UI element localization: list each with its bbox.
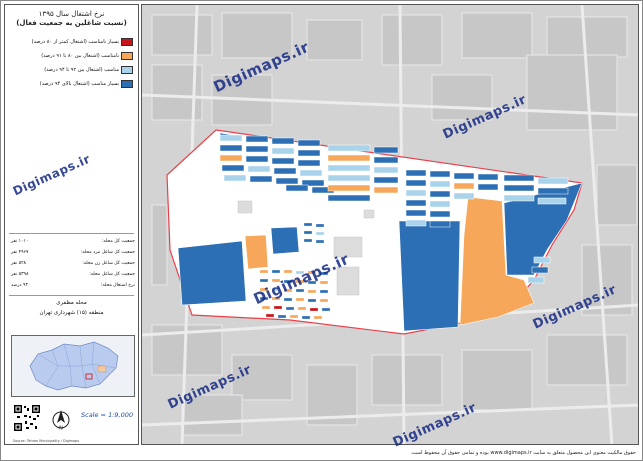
map-block — [244, 234, 269, 270]
map-block — [177, 240, 247, 306]
legend-item-very-poor: بسیار نامناسب (اشتغال کمتر از ۸۰ درصد) — [11, 37, 135, 48]
stat-label: جمعیت کل شاغل محله: — [89, 272, 135, 277]
divider — [9, 295, 134, 296]
stat-row: نرخ اشتغال محله: ۹۳ درصد — [11, 281, 135, 291]
legend-label-very-good: بسیار مناسب (اشتغال بالای ۹۴ درصد) — [39, 81, 119, 87]
stat-label: جمعیت کل شاغل زن محله: — [82, 261, 135, 266]
legend-item-poor: نامناسب (اشتغال بین ۸۰ تا ۹۱ درصد) — [11, 51, 135, 62]
legend-item-good: مناسب (اشتغال بین ۹۲ تا ۹۴ درصد) — [11, 65, 135, 76]
legend-swatch-very-good — [121, 80, 133, 88]
stat-row: جمعیت کل محله: ۱۰۱۰ نفر — [11, 237, 135, 247]
stat-row: جمعیت کل شاغل زن محله: ۵۲۸ نفر — [11, 259, 135, 269]
map-title: نرخ اشتغال سال ۱۳۹۵ (نسبت شاغلین به جمعی… — [9, 10, 134, 28]
svg-text:N: N — [59, 426, 63, 432]
map-block — [398, 220, 461, 332]
map-title-line2: (نسبت شاغلین به جمعیت فعال) — [16, 19, 127, 27]
stat-value: ۵۳۹۸ نفر — [11, 272, 29, 277]
source-credit: Source: Tehran Municipality / Digimaps — [13, 439, 79, 443]
map-title-line1: نرخ اشتغال سال ۱۳۹۵ — [38, 10, 105, 18]
locator-inset-map — [11, 335, 135, 397]
north-arrow-graphic: N — [52, 410, 70, 432]
stat-row: جمعیت کل شاغل مرد محله: ۴۹۶۷ نفر — [11, 248, 135, 258]
legend-panel: نرخ اشتغال سال ۱۳۹۵ (نسبت شاغلین به جمعی… — [4, 4, 139, 445]
north-arrow-icon: N — [51, 407, 71, 432]
legend-swatch-good — [121, 66, 133, 74]
legend-label-poor: نامناسب (اشتغال بین ۸۰ تا ۹۱ درصد) — [41, 53, 119, 59]
scale-label: Scale = 1:9,000 — [81, 411, 133, 419]
stat-value: ۱۰۱۰ نفر — [11, 239, 29, 244]
stat-label: جمعیت کل شاغل مرد محله: — [80, 250, 135, 255]
legend-swatch-very-poor — [121, 38, 133, 46]
district-name: منطقه (۱۵) شهرداری تهران — [39, 310, 104, 316]
stat-row: جمعیت کل شاغل محله: ۵۳۹۸ نفر — [11, 270, 135, 280]
qr-code — [13, 404, 41, 432]
locator-map-graphic — [12, 336, 134, 396]
stat-value: ۴۹۶۷ نفر — [11, 250, 29, 255]
legend-label-very-poor: بسیار نامناسب (اشتغال کمتر از ۸۰ درصد) — [31, 39, 119, 45]
map-block — [270, 226, 300, 255]
stat-label: نرخ اشتغال محله: — [100, 283, 135, 288]
legend-swatch-poor — [121, 52, 133, 60]
legend-item-very-good: بسیار مناسب (اشتغال بالای ۹۴ درصد) — [11, 79, 135, 90]
divider — [9, 233, 134, 234]
neighborhood-name: محله مظفری — [56, 300, 87, 306]
stat-value: ۵۲۸ نفر — [11, 261, 27, 266]
qr-code-graphic — [13, 404, 41, 432]
legend-label-good: مناسب (اشتغال بین ۹۲ تا ۹۴ درصد) — [44, 67, 119, 73]
stat-label: جمعیت کل محله: — [101, 239, 135, 244]
copyright-footer: حقوق مالکیت معنوی این محصول متعلق به سای… — [410, 450, 636, 456]
stat-value: ۹۳ درصد — [11, 283, 28, 288]
